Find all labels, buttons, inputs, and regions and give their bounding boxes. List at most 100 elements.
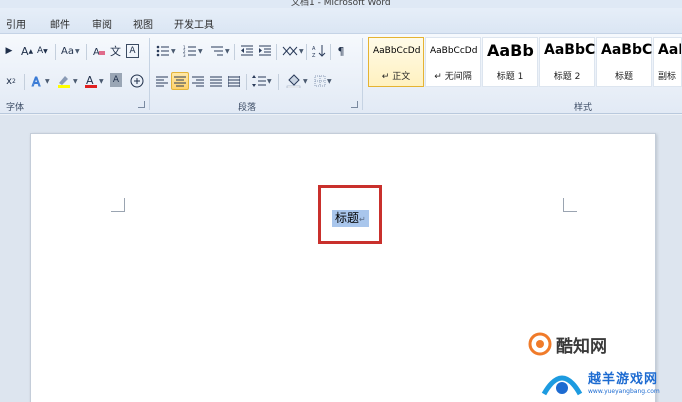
- font-dialog-launcher[interactable]: [138, 101, 145, 108]
- clear-formatting-button[interactable]: A: [90, 42, 108, 60]
- tab-view[interactable]: 视图: [133, 16, 153, 31]
- shrink-font-size-button[interactable]: A ▼: [35, 42, 50, 60]
- align-center-icon: [174, 76, 186, 86]
- style-heading-2[interactable]: AaBbC 标题 2: [539, 37, 595, 87]
- group-separator: [149, 38, 150, 110]
- multilevel-list-icon: [211, 46, 223, 56]
- border-icon: [314, 75, 326, 87]
- numbered-list-icon: 123: [183, 45, 196, 57]
- svg-text:Z: Z: [312, 53, 316, 58]
- phonetic-guide-button[interactable]: 文: [108, 42, 123, 60]
- style-no-spacing[interactable]: AaBbCcDd ↵ 无间隔: [425, 37, 481, 87]
- style-name: ↵ 无间隔: [434, 72, 472, 82]
- title-bar: 文档1 - Microsoft Word: [0, 0, 682, 8]
- chinese-layout-button[interactable]: ▼: [280, 42, 306, 60]
- justify-button[interactable]: [208, 72, 224, 90]
- font-color-button[interactable]: A ▼: [82, 72, 106, 90]
- align-left-icon: [156, 76, 168, 86]
- paragraph-arrow-icon: ↵: [434, 72, 445, 82]
- style-name: 标题 1: [496, 72, 524, 82]
- style-sample: AaB: [658, 42, 681, 58]
- selected-heading-text[interactable]: 标题↵: [332, 210, 369, 227]
- char-border-button[interactable]: A: [126, 44, 139, 58]
- phonetic-guide-icon: 文: [110, 45, 121, 58]
- highlight-color-button[interactable]: ▼: [54, 72, 80, 90]
- paragraph-mark-icon: ↵: [359, 215, 366, 224]
- text-effects-icon: A: [32, 75, 42, 89]
- borders-button[interactable]: ▼: [312, 72, 334, 90]
- pilcrow-icon: ¶: [337, 44, 345, 58]
- tab-references[interactable]: 引用: [6, 16, 26, 31]
- line-spacing-button[interactable]: ▼: [250, 72, 274, 90]
- align-right-icon: [192, 76, 204, 86]
- group-label-styles: 样式: [574, 103, 593, 113]
- down-arrow-icon: ▼: [43, 47, 48, 55]
- separator: [55, 44, 56, 60]
- distributed-button[interactable]: [226, 72, 242, 90]
- distributed-icon: [228, 75, 240, 87]
- align-left-button[interactable]: [154, 72, 170, 90]
- svg-text:A: A: [32, 75, 41, 88]
- chevron-down-icon: ▼: [299, 47, 304, 55]
- shading-button[interactable]: ▼: [284, 72, 310, 90]
- paragraph-dialog-launcher[interactable]: [351, 101, 358, 108]
- window-title: 文档1 - Microsoft Word: [291, 0, 391, 8]
- multilevel-list-button[interactable]: ▼: [208, 42, 232, 60]
- style-subtitle[interactable]: AaB 副标: [653, 37, 682, 87]
- text-effects-button[interactable]: A ▼: [28, 72, 52, 90]
- grow-font-size-button[interactable]: A ▲: [19, 42, 35, 60]
- change-case-button[interactable]: Aa ▼: [59, 42, 82, 60]
- separator: [278, 74, 279, 90]
- highlighter-icon: [58, 76, 70, 88]
- grow-font-icon: A: [21, 44, 29, 58]
- sort-icon: AZ: [312, 45, 326, 58]
- group-label-font: 字体: [6, 103, 25, 113]
- bullet-list-icon: [156, 45, 169, 57]
- up-arrow-icon: ▲: [28, 47, 34, 55]
- separator: [330, 44, 331, 60]
- margin-corner-top-right: [563, 198, 577, 212]
- align-right-button[interactable]: [190, 72, 206, 90]
- show-marks-button[interactable]: ¶: [334, 42, 348, 60]
- style-normal[interactable]: AaBbCcDd ↵ 正文: [368, 37, 424, 87]
- tab-mailings[interactable]: 邮件: [50, 16, 70, 31]
- paint-bucket-icon: [286, 74, 301, 88]
- style-sample: AaBbCcDd: [373, 46, 421, 56]
- char-shading-button[interactable]: A: [110, 73, 122, 87]
- chevron-down-icon: ▼: [267, 77, 272, 85]
- numbering-button[interactable]: 1 2 3 ▼: [181, 42, 205, 60]
- grow-font-button[interactable]: ▶: [2, 42, 16, 60]
- margin-corner-top-left: [111, 198, 125, 212]
- chevron-down-icon: ▼: [74, 47, 80, 55]
- justify-icon: [210, 76, 222, 86]
- change-case-icon: Aa: [61, 45, 74, 57]
- style-name: ↵ 正文: [381, 72, 411, 82]
- style-sample: AaBbC: [544, 42, 596, 58]
- enclose-char-button[interactable]: [128, 72, 146, 90]
- align-center-button[interactable]: [171, 72, 189, 90]
- style-name: 标题 2: [553, 72, 581, 82]
- separator: [86, 44, 87, 60]
- logo-icon: [541, 375, 583, 396]
- bullets-button[interactable]: ▼: [154, 42, 178, 60]
- sort-button[interactable]: AZ: [310, 42, 328, 60]
- tab-review[interactable]: 审阅: [92, 16, 112, 31]
- style-title[interactable]: AaBbC 标题: [596, 37, 652, 87]
- style-sample: AaBb: [487, 41, 534, 60]
- document-page[interactable]: 标题↵: [30, 133, 656, 402]
- strikethrough-button[interactable]: x2: [4, 72, 18, 90]
- tab-developer[interactable]: 开发工具: [174, 16, 214, 31]
- separator: [234, 44, 235, 60]
- document-workspace[interactable]: 标题↵: [0, 115, 682, 402]
- chinese-layout-icon: [282, 46, 298, 56]
- style-name: 标题: [614, 72, 633, 82]
- style-heading-1[interactable]: AaBb 标题 1: [482, 37, 538, 87]
- char-border-icon: A: [129, 46, 136, 56]
- font-color-icon: A: [85, 74, 97, 88]
- menu-bar: 引用 邮件 审阅 视图 开发工具: [0, 8, 682, 34]
- svg-text:3: 3: [183, 53, 186, 57]
- decrease-indent-button[interactable]: [238, 42, 256, 60]
- superscript-icon: 2: [12, 77, 16, 85]
- increase-indent-button[interactable]: [256, 42, 274, 60]
- chevron-down-icon: ▼: [198, 47, 203, 55]
